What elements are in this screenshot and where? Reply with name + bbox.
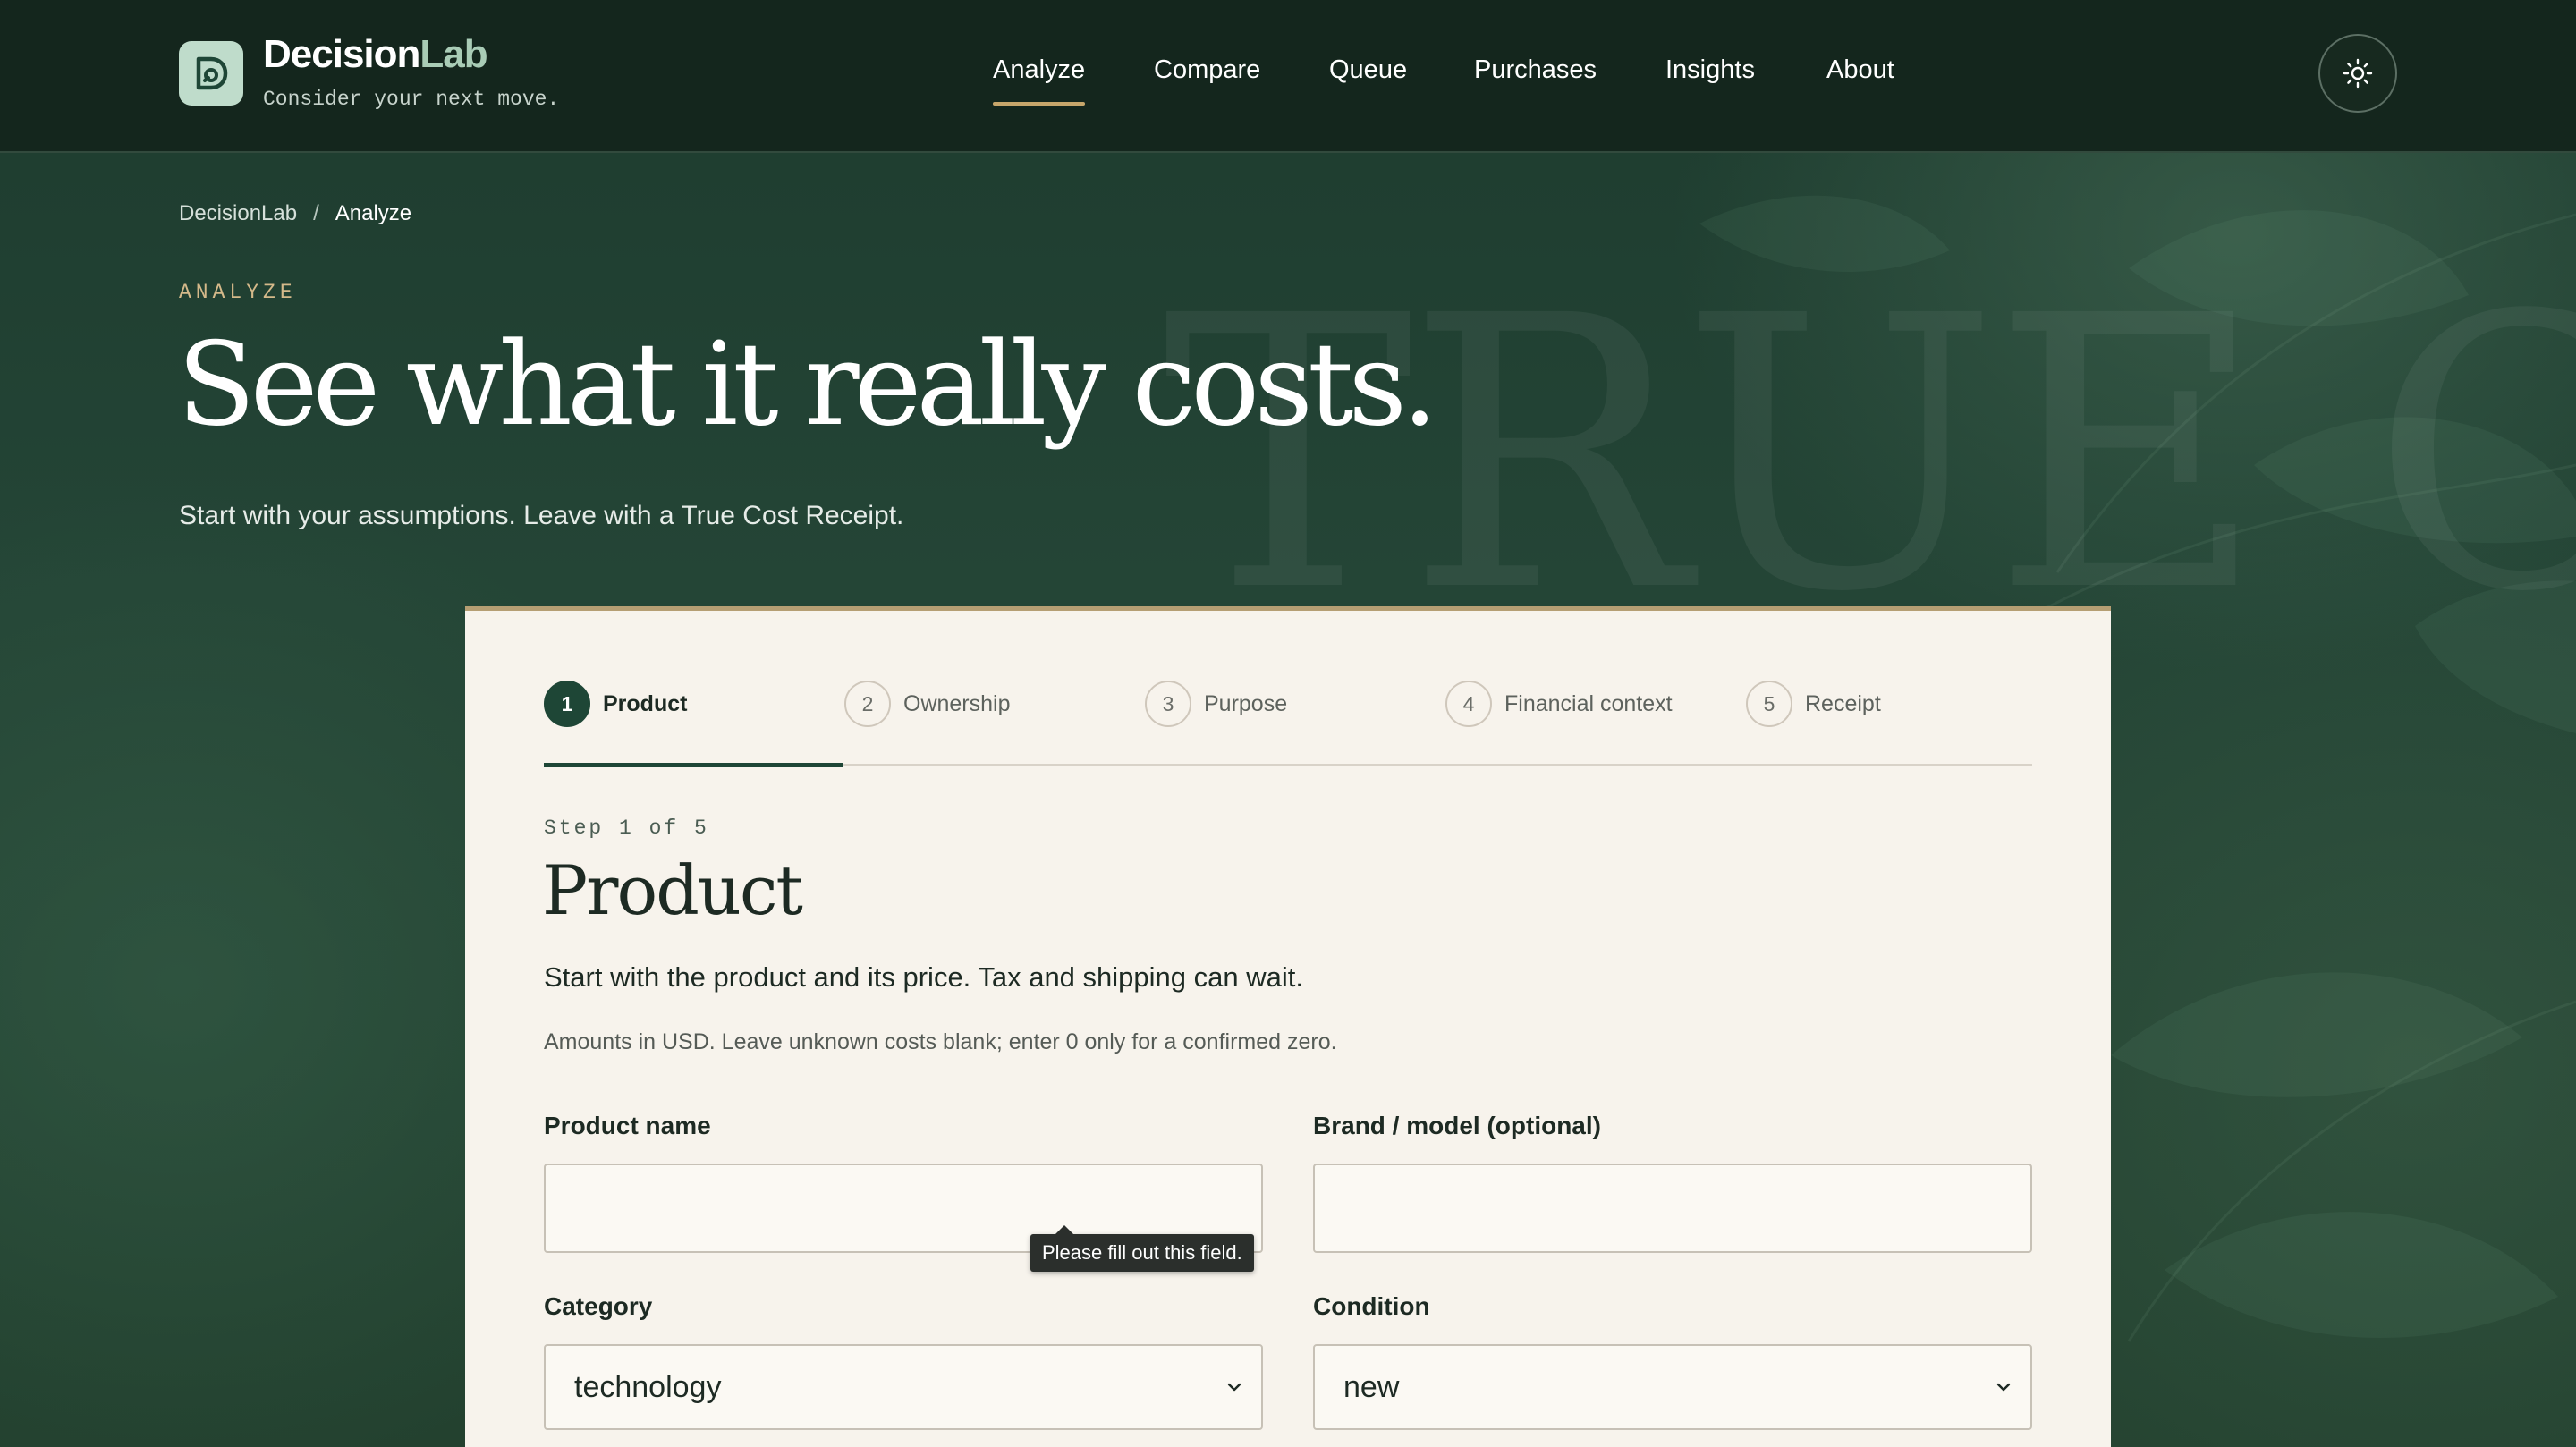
brand-name-primary: Decision bbox=[263, 32, 420, 76]
step-number: 2 bbox=[844, 681, 891, 727]
page-title: See what it really costs. bbox=[177, 318, 1438, 452]
step-label: Financial context bbox=[1504, 690, 1673, 716]
step-label: Receipt bbox=[1805, 690, 1881, 716]
nav-item-analyze[interactable]: Analyze bbox=[993, 55, 1086, 106]
step-label: Ownership bbox=[903, 690, 1011, 716]
decisionlab-logo-icon[interactable] bbox=[179, 41, 243, 106]
brand-name[interactable]: DecisionLab bbox=[263, 32, 488, 77]
wizard-step-ownership[interactable]: 2 Ownership bbox=[844, 679, 1011, 729]
wizard-step-product[interactable]: 1 Product bbox=[544, 679, 687, 729]
chevron-down-icon bbox=[1227, 1383, 1241, 1392]
brand-model-input[interactable] bbox=[1313, 1164, 2032, 1253]
nav-item-insights[interactable]: Insights bbox=[1665, 55, 1755, 85]
breadcrumb-home-link[interactable]: DecisionLab bbox=[179, 201, 297, 225]
condition-label: Condition bbox=[1313, 1292, 1430, 1320]
stepper-progress-bar bbox=[544, 763, 843, 767]
step-number: 1 bbox=[544, 681, 590, 727]
sun-icon bbox=[2343, 58, 2373, 89]
nav-item-queue[interactable]: Queue bbox=[1329, 55, 1407, 85]
nav-item-purchases[interactable]: Purchases bbox=[1474, 55, 1597, 85]
chevron-down-icon bbox=[1996, 1383, 2011, 1392]
brand-name-accent: Lab bbox=[419, 32, 487, 76]
breadcrumb-separator: / bbox=[313, 201, 319, 225]
wizard-step-financial-context[interactable]: 4 Financial context bbox=[1445, 679, 1673, 729]
theme-toggle-button[interactable] bbox=[2318, 34, 2397, 113]
product-name-label: Product name bbox=[544, 1112, 711, 1139]
category-label: Category bbox=[544, 1292, 653, 1320]
step-number: 3 bbox=[1145, 681, 1191, 727]
top-navigation-bar: DecisionLab Consider your next move. Ana… bbox=[0, 0, 2576, 153]
brand-model-label: Brand / model (optional) bbox=[1313, 1112, 1601, 1139]
step-label: Purpose bbox=[1204, 690, 1288, 716]
nav-item-compare[interactable]: Compare bbox=[1154, 55, 1260, 85]
step-counter: Step 1 of 5 bbox=[544, 817, 709, 840]
currency-note: Amounts in USD. Leave unknown costs blan… bbox=[544, 1029, 1337, 1054]
hero-eyebrow: ANALYZE bbox=[179, 281, 297, 304]
condition-selected-value: new bbox=[1343, 1369, 1400, 1404]
category-selected-value: technology bbox=[574, 1369, 722, 1404]
wizard-step-purpose[interactable]: 3 Purpose bbox=[1145, 679, 1287, 729]
breadcrumb-current: Analyze bbox=[335, 201, 412, 225]
condition-select[interactable]: new bbox=[1313, 1344, 2032, 1430]
hero-subtitle: Start with your assumptions. Leave with … bbox=[179, 501, 904, 530]
step-number: 4 bbox=[1445, 681, 1492, 727]
step-title: Product bbox=[542, 850, 803, 930]
breadcrumb: DecisionLab / Analyze bbox=[179, 201, 411, 226]
validation-tooltip: Please fill out this field. bbox=[1030, 1225, 1254, 1272]
step-number: 5 bbox=[1746, 681, 1792, 727]
step-description: Start with the product and its price. Ta… bbox=[544, 961, 1303, 993]
category-select[interactable]: technology bbox=[544, 1344, 1263, 1430]
analysis-wizard-card: 1 Product 2 Ownership 3 Purpose 4 Financ… bbox=[465, 606, 2111, 1447]
brand-tagline: Consider your next move. bbox=[263, 88, 560, 111]
nav-item-about[interactable]: About bbox=[1826, 55, 1894, 85]
step-label: Product bbox=[603, 690, 688, 716]
wizard-step-receipt[interactable]: 5 Receipt bbox=[1746, 679, 1881, 729]
